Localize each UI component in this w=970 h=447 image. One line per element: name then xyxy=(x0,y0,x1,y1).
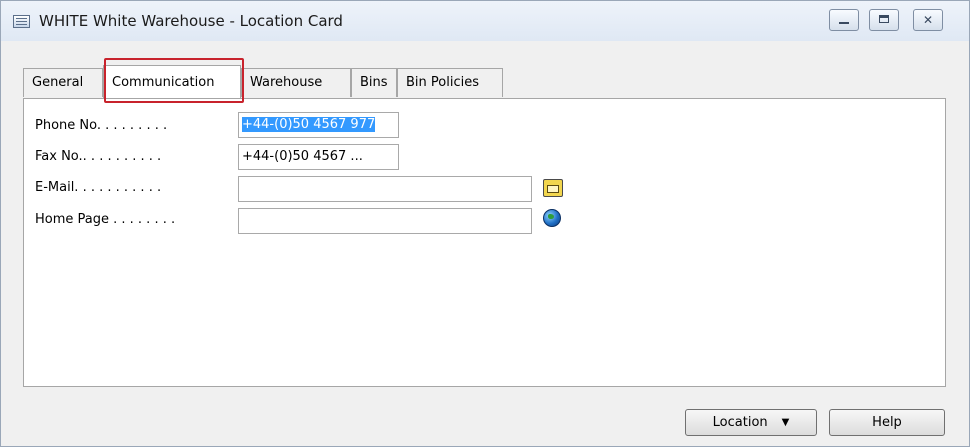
location-card-window: WHITE White Warehouse - Location Card ✕ … xyxy=(0,0,970,447)
home-page-label: Home Page . . . . . . . . xyxy=(35,212,176,227)
close-button[interactable]: ✕ xyxy=(913,9,943,31)
email-field[interactable] xyxy=(238,176,532,202)
phone-no-field[interactable]: +44-(0)50 4567 977 xyxy=(238,112,399,138)
dropdown-arrow-icon: ▼ xyxy=(781,417,790,428)
minimize-button[interactable] xyxy=(829,9,859,31)
tab-bin-policies[interactable]: Bin Policies xyxy=(397,68,503,97)
fax-no-field[interactable]: +44-(0)50 4567 ... xyxy=(238,144,399,170)
tab-general[interactable]: General xyxy=(23,68,103,97)
location-menu-button[interactable]: Location ▼ xyxy=(685,409,817,436)
maximize-button[interactable] xyxy=(869,9,899,31)
title-bar[interactable]: WHITE White Warehouse - Location Card ✕ xyxy=(1,1,969,41)
help-button[interactable]: Help xyxy=(829,409,945,436)
mail-icon[interactable] xyxy=(543,179,563,197)
phone-no-label: Phone No. . . . . . . . . xyxy=(35,118,168,133)
tab-bins[interactable]: Bins xyxy=(351,68,397,97)
home-page-field[interactable] xyxy=(238,208,532,234)
fax-no-label: Fax No.. . . . . . . . . . xyxy=(35,149,162,164)
email-label: E-Mail. . . . . . . . . . . xyxy=(35,180,162,195)
tab-highlight-box xyxy=(104,58,244,103)
phone-no-value: +44-(0)50 4567 977 xyxy=(242,117,376,132)
globe-icon[interactable] xyxy=(543,209,561,227)
window-title: WHITE White Warehouse - Location Card xyxy=(39,12,343,30)
close-icon: ✕ xyxy=(922,13,934,27)
tab-warehouse[interactable]: Warehouse xyxy=(241,68,351,97)
communication-panel xyxy=(23,98,946,387)
location-button-label: Location xyxy=(712,415,768,430)
form-icon xyxy=(13,15,30,28)
